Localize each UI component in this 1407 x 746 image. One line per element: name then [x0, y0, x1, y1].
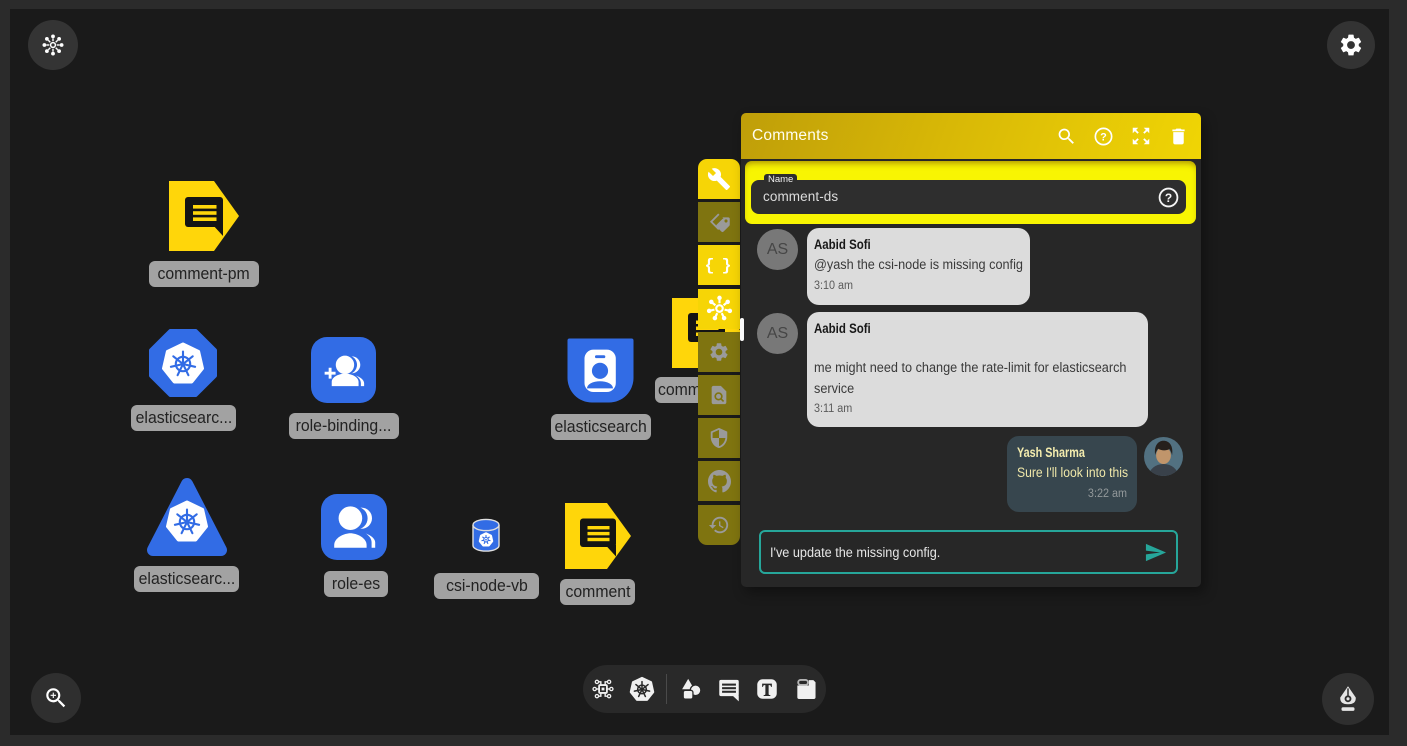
- svg-text:?: ?: [1100, 131, 1107, 143]
- svg-text:?: ?: [1165, 191, 1172, 205]
